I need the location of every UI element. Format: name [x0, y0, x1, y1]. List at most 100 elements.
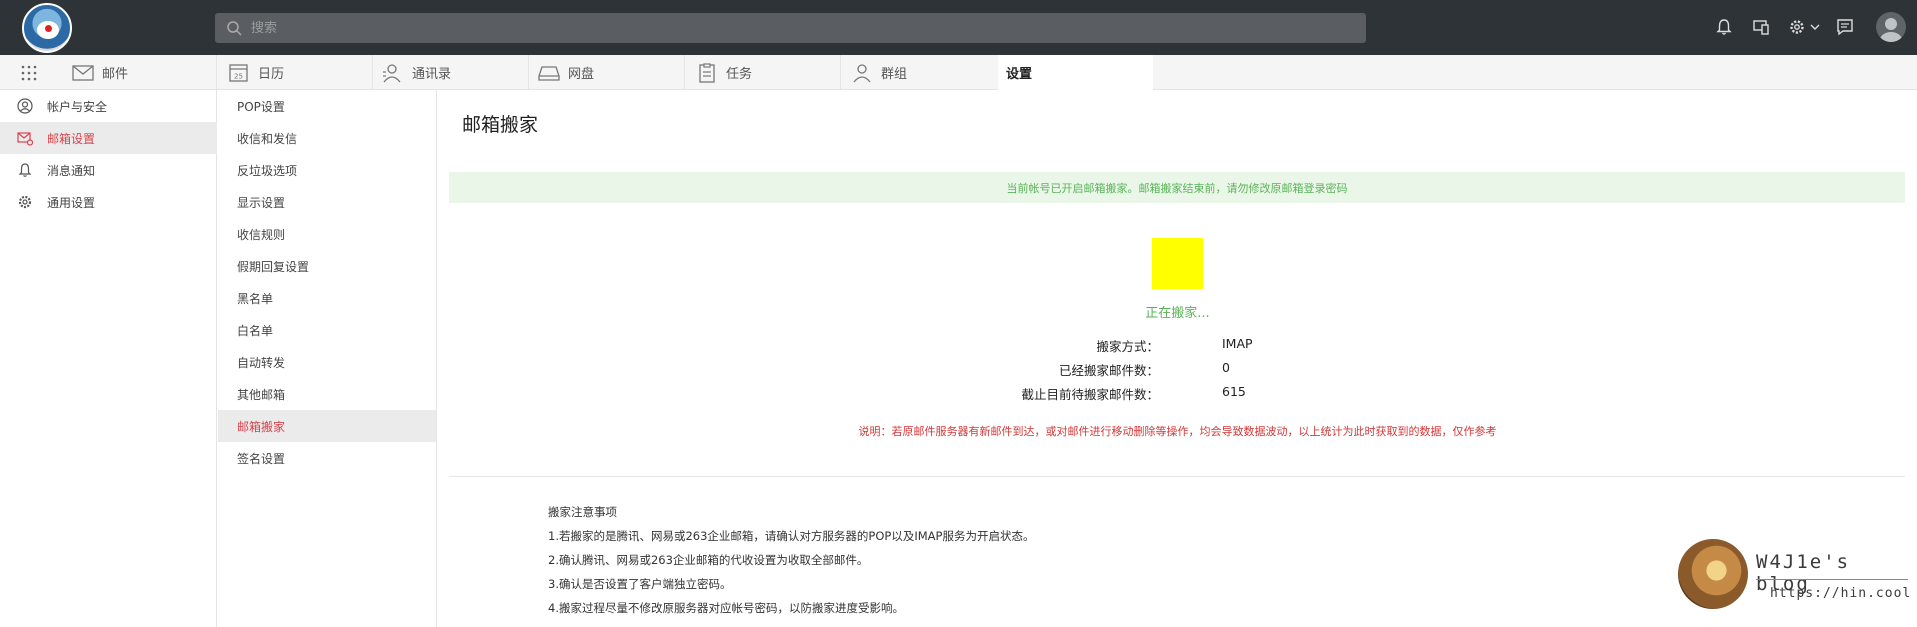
tab-divider [684, 55, 685, 90]
submenu-item-label: 收信和发信 [237, 131, 298, 146]
tip-item: 1.若搬家的是腾讯、网易或263企业邮箱，请确认对方服务器的POP以及IMAP服… [548, 529, 1035, 543]
sidebar-item-mailbox-settings[interactable]: 邮箱设置 [0, 122, 217, 154]
submenu-item-label: 白名单 [237, 323, 274, 338]
logo-nose [45, 25, 52, 32]
tab-group[interactable]: 群组 [851, 55, 907, 90]
migration-notice: 当前帐号已开启邮箱搬家。邮箱搬家结束前，请勿修改原邮箱登录密码 [449, 172, 1905, 203]
section-divider [449, 476, 1905, 477]
migration-status: 正在搬家... [1145, 306, 1210, 321]
tab-divider [216, 55, 217, 90]
migration-progress-indicator [1152, 238, 1203, 289]
submenu-item-label: 黑名单 [237, 291, 274, 306]
info-row-pending: 截止目前待搬家邮件数： 615 [438, 384, 1917, 404]
tab-label: 群组 [881, 67, 908, 82]
calendar-icon: 25 [229, 63, 248, 82]
search-box[interactable] [215, 13, 1366, 43]
tab-label: 通讯录 [412, 67, 452, 82]
tab-label: 任务 [726, 67, 753, 82]
submenu-item-label: 显示设置 [237, 195, 286, 210]
user-avatar-icon [1880, 18, 1902, 42]
submenu-item-display[interactable]: 显示设置 [218, 186, 436, 218]
tip-item: 3.确认是否设置了客户端独立密码。 [548, 577, 732, 591]
tab-calendar[interactable]: 25 日历 [228, 55, 284, 90]
watermark-url: https://hin.cool [1770, 586, 1912, 601]
disk-icon [538, 65, 560, 81]
watermark-avatar [1678, 539, 1748, 609]
submenu-item-label: 其他邮箱 [237, 387, 286, 402]
tab-task[interactable]: 任务 [696, 55, 752, 90]
avatar[interactable] [1876, 12, 1906, 42]
apps-grid-icon[interactable] [20, 64, 38, 82]
bell-icon[interactable] [1715, 18, 1733, 36]
migration-note: 说明：若原邮件服务器有新邮件到达，或对邮件进行移动删除等操作，均会导致数据波动，… [858, 425, 1497, 438]
tab-contacts[interactable]: 通讯录 [382, 55, 451, 90]
submenu-item-antispam[interactable]: 反垃圾选项 [218, 154, 436, 186]
task-icon [699, 62, 715, 83]
submenu-item-label: 签名设置 [237, 451, 286, 466]
submenu-item-pop[interactable]: POP设置 [218, 90, 436, 122]
calendar-badge: 25 [234, 72, 243, 80]
tab-label: 设置 [1006, 67, 1033, 82]
tab-mail[interactable]: 邮件 [72, 55, 128, 90]
submenu-item-forwarding[interactable]: 自动转发 [218, 346, 436, 378]
info-label: 已经搬家邮件数： [1058, 363, 1159, 378]
submenu-item-vacation[interactable]: 假期回复设置 [218, 250, 436, 282]
gear-icon[interactable] [1788, 18, 1806, 36]
submenu-item-label: 收信规则 [237, 227, 286, 242]
page-title: 邮箱搬家 [462, 114, 539, 136]
info-row-method: 搬家方式： IMAP [438, 336, 1917, 356]
info-row-migrated: 已经搬家邮件数： 0 [438, 360, 1917, 380]
tab-settings[interactable]: 设置 [998, 55, 1153, 90]
tab-divider [840, 55, 841, 90]
search-input[interactable] [251, 13, 1351, 43]
submenu-item-blacklist[interactable]: 黑名单 [218, 282, 436, 314]
sidebar-item-label: 帐户与安全 [47, 99, 108, 114]
info-label: 搬家方式： [1096, 339, 1159, 354]
info-value: 0 [1222, 360, 1230, 375]
tip-item: 4.搬家过程尽量不修改原服务器对应帐号密码，以防搬家进度受影响。 [548, 601, 904, 615]
mailbox-settings-menu: POP设置 收信和发信 反垃圾选项 显示设置 收信规则 假期回复设置 黑名单 白… [218, 90, 437, 627]
info-value: IMAP [1222, 336, 1253, 351]
submenu-item-mailbox-migration[interactable]: 邮箱搬家 [218, 410, 436, 442]
sidebar-item-notifications[interactable]: 消息通知 [0, 154, 217, 186]
bell-icon [18, 163, 32, 177]
tip-item: 2.确认腾讯、网易或263企业邮箱的代收设置为收取全部邮件。 [548, 553, 869, 567]
migration-tips: 搬家注意事项 1.若搬家的是腾讯、网易或263企业邮箱，请确认对方服务器的POP… [548, 500, 1034, 620]
sidebar-item-label: 消息通知 [47, 163, 96, 178]
notice-text: 当前帐号已开启邮箱搬家。邮箱搬家结束前，请勿修改原邮箱登录密码 [1006, 181, 1348, 195]
sidebar-item-account-security[interactable]: 帐户与安全 [0, 90, 217, 122]
top-bar [0, 0, 1917, 55]
submenu-item-rules[interactable]: 收信规则 [218, 218, 436, 250]
submenu-item-whitelist[interactable]: 白名单 [218, 314, 436, 346]
contacts-icon [383, 63, 401, 82]
chevron-down-icon[interactable] [1809, 18, 1821, 36]
tips-title: 搬家注意事项 [548, 505, 617, 519]
nav-bar: 邮件 25 日历 通讯录 网盘 任务 群组 设置 [0, 55, 1917, 90]
sidebar-item-label: 通用设置 [47, 195, 96, 210]
submenu-item-signature[interactable]: 签名设置 [218, 442, 436, 474]
watermark-divider [1756, 579, 1908, 580]
gear-icon [18, 195, 32, 209]
sidebar-item-general-settings[interactable]: 通用设置 [0, 186, 217, 218]
submenu-item-label: 邮箱搬家 [237, 419, 286, 434]
submenu-item-other-mailbox[interactable]: 其他邮箱 [218, 378, 436, 410]
settings-sidebar: 帐户与安全 邮箱设置 消息通知 通用设置 [0, 90, 217, 627]
user-circle-icon [17, 98, 33, 114]
submenu-item-send-receive[interactable]: 收信和发信 [218, 122, 436, 154]
group-icon [853, 63, 871, 82]
submenu-item-label: 假期回复设置 [237, 259, 310, 274]
feedback-icon[interactable] [1836, 18, 1854, 36]
tab-disk[interactable]: 网盘 [538, 55, 594, 90]
tab-label: 网盘 [568, 67, 595, 82]
submenu-item-label: POP设置 [237, 99, 285, 114]
sidebar-item-label: 邮箱设置 [47, 131, 96, 146]
devices-icon[interactable] [1752, 18, 1770, 36]
info-value: 615 [1222, 384, 1246, 399]
tab-divider [528, 55, 529, 90]
blog-watermark: W4J1e's blog https://hin.cool [1678, 539, 1910, 611]
mail-gear-icon [17, 132, 33, 146]
app-logo[interactable] [22, 3, 72, 53]
search-icon [227, 21, 242, 36]
tab-divider [372, 55, 373, 90]
tab-label: 邮件 [102, 67, 129, 82]
